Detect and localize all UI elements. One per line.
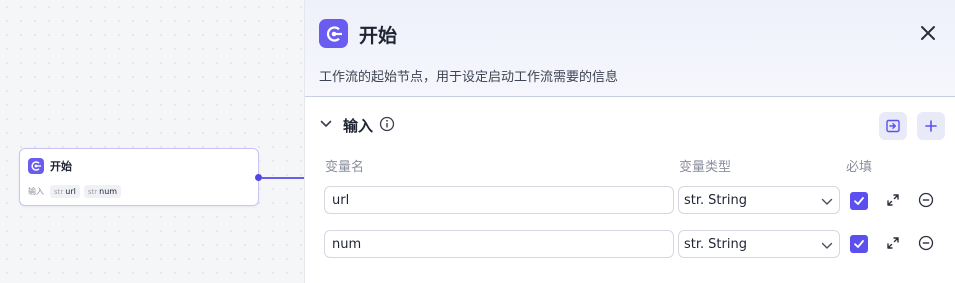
- panel-header: 开始 工作流的起始节点，用于设定启动工作流需要的信息: [305, 0, 955, 97]
- node-input-label: 输入: [28, 187, 44, 196]
- required-checkbox[interactable]: [850, 235, 868, 253]
- column-header-type: 变量类型: [679, 160, 732, 175]
- node-var-chip: str url: [50, 185, 80, 198]
- plus-icon: [925, 120, 937, 132]
- type-value: String: [708, 192, 747, 208]
- import-icon: [886, 119, 900, 133]
- type-value: String: [708, 236, 747, 252]
- node-variables: 输入 str url str num: [28, 185, 122, 198]
- start-icon: [319, 19, 348, 48]
- variable-type-select[interactable]: str. String: [678, 186, 840, 214]
- start-node[interactable]: 开始 输入 str url str num: [19, 148, 259, 206]
- variable-name-input[interactable]: num: [324, 230, 674, 258]
- info-icon[interactable]: [379, 116, 395, 136]
- node-var-chip: str num: [83, 185, 122, 198]
- import-button[interactable]: [879, 112, 907, 140]
- start-icon: [28, 158, 44, 174]
- panel-title: 开始: [359, 25, 398, 47]
- type-prefix: str.: [684, 236, 705, 252]
- chevron-down-icon: [821, 240, 833, 255]
- workflow-canvas[interactable]: 开始 输入 str url str num: [0, 0, 304, 283]
- expand-icon[interactable]: [884, 234, 902, 252]
- node-config-panel: 开始 工作流的起始节点，用于设定启动工作流需要的信息 输入 变量名 变量类型 必…: [304, 0, 955, 283]
- minus-circle-icon[interactable]: [917, 191, 935, 209]
- node-title: 开始: [50, 160, 72, 173]
- column-header-required: 必填: [846, 160, 873, 175]
- type-prefix: str.: [684, 192, 705, 208]
- node-output-port[interactable]: [255, 174, 262, 181]
- node-edge: [262, 177, 304, 179]
- close-icon[interactable]: [917, 22, 939, 44]
- add-variable-button[interactable]: [917, 112, 945, 140]
- column-header-name: 变量名: [325, 160, 365, 175]
- variable-name-input[interactable]: url: [324, 186, 674, 214]
- chevron-down-icon[interactable]: [319, 116, 333, 135]
- chevron-down-icon: [821, 196, 833, 211]
- input-section-header[interactable]: 输入: [319, 115, 395, 136]
- node-header: 开始: [28, 158, 72, 174]
- expand-icon[interactable]: [884, 191, 902, 209]
- panel-description: 工作流的起始节点，用于设定启动工作流需要的信息: [319, 70, 619, 85]
- required-checkbox[interactable]: [850, 192, 868, 210]
- minus-circle-icon[interactable]: [917, 234, 935, 252]
- section-title: 输入: [343, 117, 374, 135]
- variable-type-select[interactable]: str. String: [678, 230, 840, 258]
